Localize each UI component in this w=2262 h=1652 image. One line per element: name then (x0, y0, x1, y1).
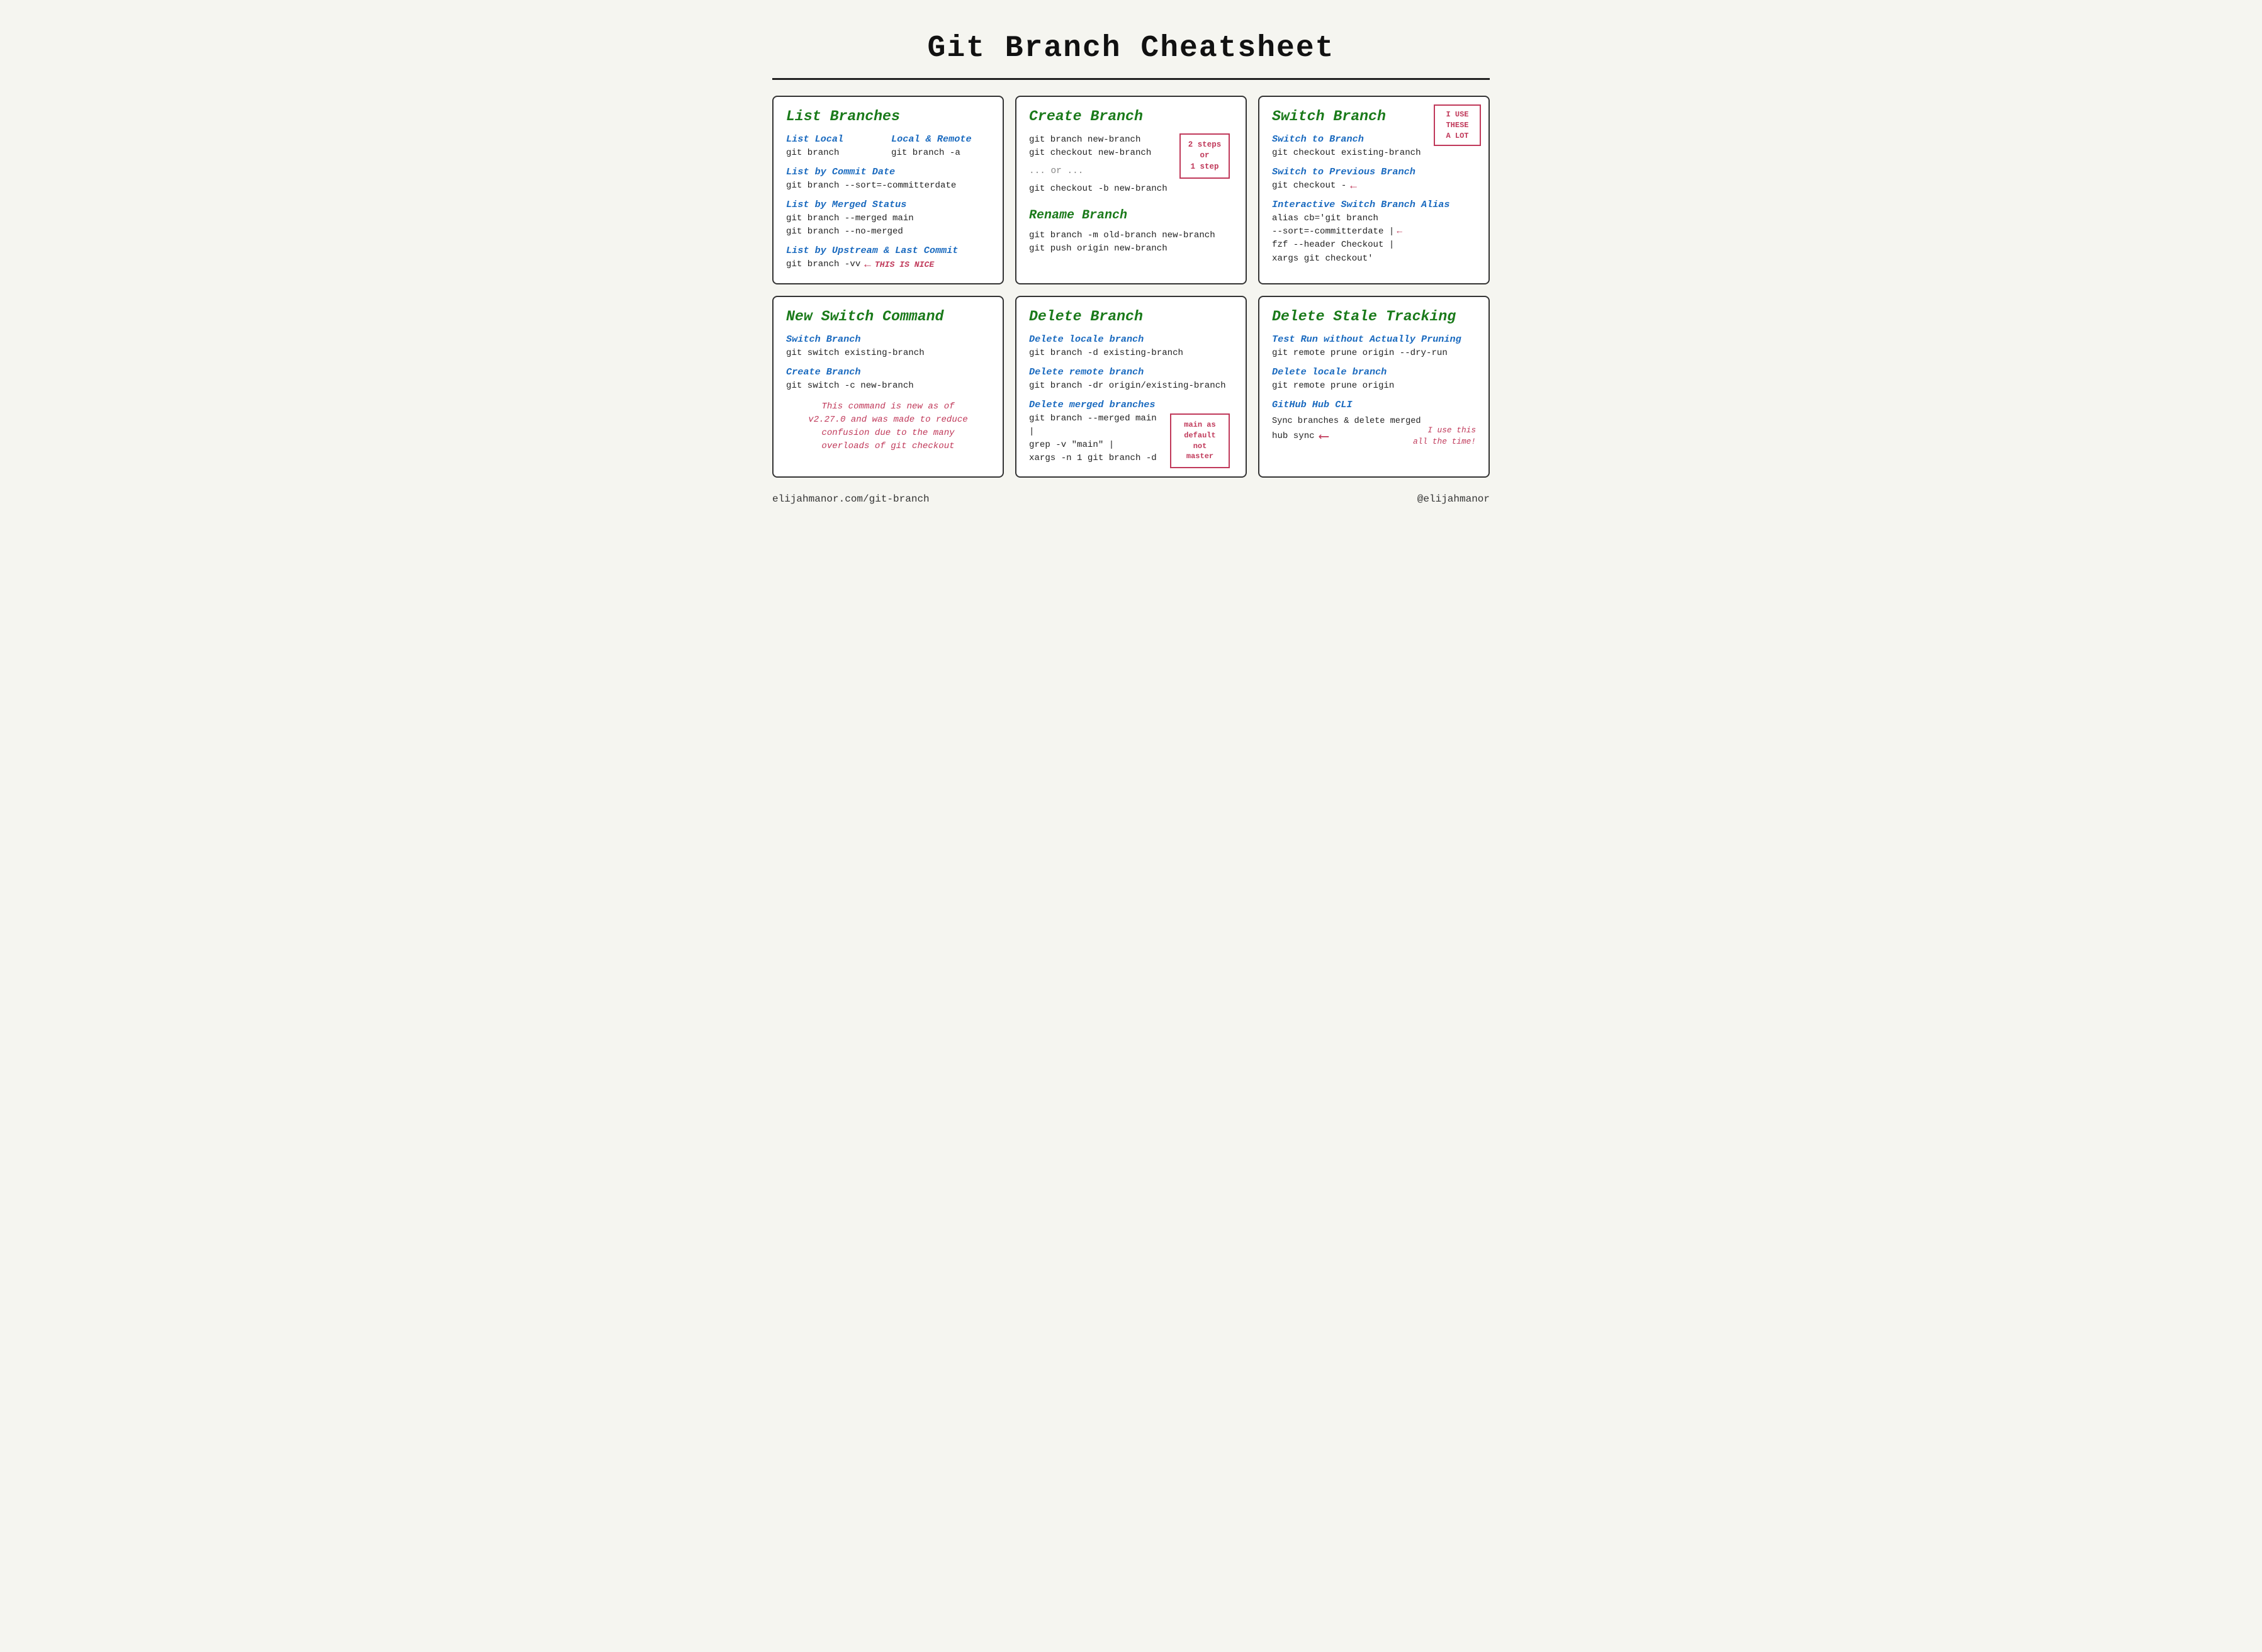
footer: elijahmanor.com/git-branch @elijahmanor (772, 490, 1490, 505)
alias-block: alias cb='git branch --sort=-committerda… (1272, 212, 1476, 265)
list-local-code: git branch (786, 147, 885, 160)
new-switch-note: This command is new as of v2.27.0 and wa… (786, 400, 990, 453)
commit-date-label: List by Commit Date (786, 166, 990, 177)
delete-merged-block: git branch --merged main | grep -v "main… (1029, 412, 1233, 465)
alias-line1: alias cb='git branch (1272, 212, 1463, 225)
list-local-col: List Local git branch (786, 133, 885, 160)
steps-note-box: 2 stepsor1 step (1179, 133, 1230, 179)
delete-stale-title: Delete Stale Tracking (1272, 308, 1476, 325)
i-use-these-box: I USETHESEA LOT (1434, 104, 1481, 146)
alias-line2: --sort=-committerdate | (1272, 225, 1394, 239)
vv-annotation: THIS IS NICE (875, 260, 934, 269)
hub-sync-row: hub sync ⟵ I use thisall the time! (1272, 428, 1476, 445)
merged-status-label: List by Merged Status (786, 199, 990, 210)
prune-label: Delete locale branch (1272, 366, 1476, 378)
curved-arrow-icon: ⟵ (1320, 428, 1328, 445)
hub-cli-label: GitHub Hub CLI (1272, 399, 1476, 410)
new-switch-title: New Switch Command (786, 308, 990, 325)
rename-branch-title: Rename Branch (1029, 208, 1233, 223)
list-remote-label: Local & Remote (891, 133, 990, 145)
switch-prev-label: Switch to Previous Branch (1272, 166, 1476, 177)
arrow-left-icon-3: ← (1397, 227, 1402, 237)
delete-local-code: git branch -d existing-branch (1029, 347, 1233, 360)
card-list-branches: List Branches List Local git branch Loca… (772, 96, 1004, 284)
list-local-label: List Local (786, 133, 885, 145)
arrow-left-icon-2: ← (1350, 180, 1357, 193)
list-local-row: List Local git branch Local & Remote git… (786, 133, 990, 160)
no-merged-code: git branch --no-merged (786, 225, 990, 239)
dry-run-label: Test Run without Actually Pruning (1272, 334, 1476, 345)
switch-existing-code: git switch existing-branch (786, 347, 990, 360)
alias-line2-row: --sort=-committerdate | ← (1272, 225, 1463, 239)
create-step2-code: git checkout new-branch (1029, 147, 1170, 160)
create-step1-code: git branch new-branch (1029, 133, 1170, 147)
delete-local-label: Delete locale branch (1029, 334, 1233, 345)
card-delete-stale: Delete Stale Tracking Test Run without A… (1258, 296, 1490, 478)
upstream-label: List by Upstream & Last Commit (786, 245, 990, 256)
delete-remote-code: git branch -dr origin/existing-branch (1029, 379, 1233, 393)
create-two-step: git branch new-branch git checkout new-b… (1029, 133, 1233, 160)
delete-merged-code1: git branch --merged main | (1029, 412, 1167, 439)
delete-branch-title: Delete Branch (1029, 308, 1233, 325)
list-remote-code: git branch -a (891, 147, 990, 160)
delete-remote-label: Delete remote branch (1029, 366, 1233, 378)
title-section: Git Branch Cheatsheet (772, 25, 1490, 80)
create-branch-sub-label: Create Branch (786, 366, 990, 378)
main-default-note: main asdefaultnotmaster (1170, 413, 1230, 468)
hub-sync-annotation: I use thisall the time! (1413, 425, 1476, 447)
vv-code: git branch -vv (786, 258, 860, 271)
page: Git Branch Cheatsheet List Branches List… (753, 13, 1509, 524)
card-switch-branch: I USETHESEA LOT Switch Branch Switch to … (1258, 96, 1490, 284)
rename-code2: git push origin new-branch (1029, 242, 1233, 256)
switch-create-code: git switch -c new-branch (786, 379, 990, 393)
delete-merged-label: Delete merged branches (1029, 399, 1233, 410)
page-title: Git Branch Cheatsheet (772, 31, 1490, 65)
create-branch-title: Create Branch (1029, 108, 1233, 125)
interactive-switch-label: Interactive Switch Branch Alias (1272, 199, 1476, 210)
switch-prev-code: git checkout - (1272, 179, 1346, 193)
list-remote-col: Local & Remote git branch -a (891, 133, 990, 160)
merged-main-code: git branch --merged main (786, 212, 990, 225)
rename-section: Rename Branch git branch -m old-branch n… (1029, 208, 1233, 256)
list-branches-title: List Branches (786, 108, 990, 125)
dry-run-code: git remote prune origin --dry-run (1272, 347, 1476, 360)
alias-line3: fzf --header Checkout | (1272, 239, 1463, 252)
delete-merged-code2: grep -v "main" | (1029, 439, 1167, 452)
one-step-code: git checkout -b new-branch (1029, 183, 1233, 196)
card-delete-branch: Delete Branch Delete locale branch git b… (1015, 296, 1247, 478)
delete-merged-code3: xargs -n 1 git branch -d (1029, 452, 1167, 465)
card-create-branch: Create Branch git branch new-branch git … (1015, 96, 1247, 284)
switch-branch-sub-label: Switch Branch (786, 334, 990, 345)
rename-code1: git branch -m old-branch new-branch (1029, 229, 1233, 242)
main-grid: List Branches List Local git branch Loca… (772, 96, 1490, 478)
card-new-switch: New Switch Command Switch Branch git swi… (772, 296, 1004, 478)
hub-sync-code: hub sync (1272, 430, 1315, 443)
arrow-left-icon: ← (864, 259, 871, 271)
footer-right: @elijahmanor (1417, 493, 1490, 505)
commit-date-code: git branch --sort=-committerdate (786, 179, 990, 193)
footer-left: elijahmanor.com/git-branch (772, 493, 930, 505)
switch-to-code: git checkout existing-branch (1272, 147, 1476, 160)
vv-annotation-row: git branch -vv ← THIS IS NICE (786, 258, 934, 271)
alias-line4: xargs git checkout' (1272, 252, 1463, 266)
prune-code: git remote prune origin (1272, 379, 1476, 393)
switch-prev-annotation: git checkout - ← (1272, 179, 1357, 193)
